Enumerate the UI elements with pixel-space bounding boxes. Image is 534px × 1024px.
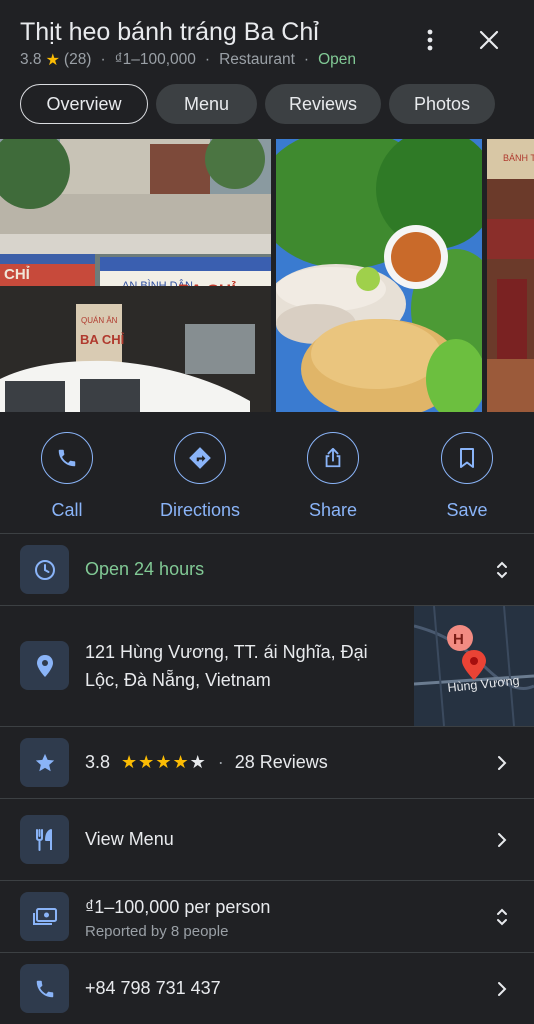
sign-small-text: QUÁN ĂN: [81, 316, 118, 325]
directions-icon: [174, 432, 226, 484]
sign-text-third: BÁNH TRÁ: [503, 153, 534, 163]
price-text: ₫1–100,000 per person: [85, 897, 271, 917]
rating-number: 3.8: [85, 752, 111, 772]
share-button[interactable]: Share: [278, 432, 388, 521]
rating-value: 3.8: [20, 51, 42, 68]
address-line-2: Lộc, Đà Nẵng, Vietnam: [85, 670, 271, 690]
place-title: Thịt heo bánh tráng Ba Chỉ: [20, 18, 319, 46]
money-icon: [20, 892, 69, 941]
review-count-text: 28 Reviews: [234, 752, 328, 772]
place-summary: 3.8 ★ (28) · ₫1–100,000 · Restaurant · O…: [20, 51, 356, 69]
tab-bar: Overview Menu Reviews Photos: [20, 84, 495, 124]
tab-photos[interactable]: Photos: [389, 84, 495, 124]
rating-separator: ·: [217, 752, 224, 772]
open-status: Open: [318, 51, 356, 68]
price-range: ₫1–100,000: [114, 51, 196, 68]
tab-menu[interactable]: Menu: [156, 84, 257, 124]
utensils-icon: [20, 815, 69, 864]
hours-row[interactable]: Open 24 hours: [0, 534, 534, 605]
phone-icon: [20, 964, 69, 1013]
phone-icon: [41, 432, 93, 484]
directions-button[interactable]: Directions: [145, 432, 255, 521]
directions-label: Directions: [159, 500, 241, 520]
photo-carousel[interactable]: AN BÌNH DÂN BA CHỈ CHỈ QUÁN ĂN BA CHỈ: [0, 139, 534, 412]
location-pin-icon: [20, 641, 69, 690]
tab-reviews[interactable]: Reviews: [265, 84, 381, 124]
close-icon[interactable]: [473, 24, 505, 56]
rating-row[interactable]: 3.8 ★★★★★ · 28 Reviews: [0, 727, 534, 798]
tab-overview[interactable]: Overview: [20, 84, 148, 124]
sign-text-far-left: CHỈ: [4, 266, 30, 283]
star-icon: [20, 738, 69, 787]
bookmark-icon: [441, 432, 493, 484]
hours-text: Open 24 hours: [85, 559, 205, 579]
more-options-icon[interactable]: [414, 24, 446, 56]
call-button[interactable]: Call: [12, 432, 122, 521]
save-label: Save: [446, 500, 488, 520]
star-icon: ★: [45, 52, 60, 69]
food-photo[interactable]: [276, 139, 482, 412]
map-marker-letter: H: [453, 631, 464, 648]
place-category: Restaurant: [219, 51, 295, 68]
review-count: (28): [63, 51, 92, 68]
action-bar: Call Directions Share Save: [0, 432, 534, 522]
storefront-photo[interactable]: AN BÌNH DÂN BA CHỈ CHỈ QUÁN ĂN BA CHỈ: [0, 139, 271, 412]
price-row[interactable]: ₫1–100,000 per person Reported by 8 peop…: [0, 881, 534, 952]
rating-stars: ★★★★★: [121, 752, 207, 772]
menu-row[interactable]: View Menu: [0, 799, 534, 880]
price-reported-text: Reported by 8 people: [85, 923, 229, 940]
share-icon: [307, 432, 359, 484]
phone-row[interactable]: +84 798 731 437: [0, 953, 534, 1024]
expand-icon[interactable]: [492, 907, 512, 927]
place-header: Thịt heo bánh tráng Ba Chỉ 3.8 ★ (28) · …: [0, 0, 534, 80]
save-button[interactable]: Save: [412, 432, 522, 521]
chevron-right-icon[interactable]: [492, 979, 512, 999]
address-line-1: 121 Hùng Vương, TT. ái Nghĩa, Đại: [85, 642, 368, 662]
interior-photo[interactable]: BÁNH TRÁ: [487, 139, 534, 412]
chevron-right-icon[interactable]: [492, 830, 512, 850]
expand-icon[interactable]: [492, 560, 512, 580]
clock-icon: [20, 545, 69, 594]
share-label: Share: [308, 500, 358, 520]
phone-number-text: +84 798 731 437: [85, 978, 221, 998]
rating-summary: 3.8 ★★★★★ · 28 Reviews: [85, 752, 328, 773]
chevron-right-icon[interactable]: [492, 753, 512, 773]
view-menu-text: View Menu: [85, 829, 174, 849]
sign-small-text2: BA CHỈ: [80, 332, 125, 347]
map-thumbnail[interactable]: H Hùng Vương: [414, 606, 534, 726]
call-label: Call: [51, 500, 83, 520]
